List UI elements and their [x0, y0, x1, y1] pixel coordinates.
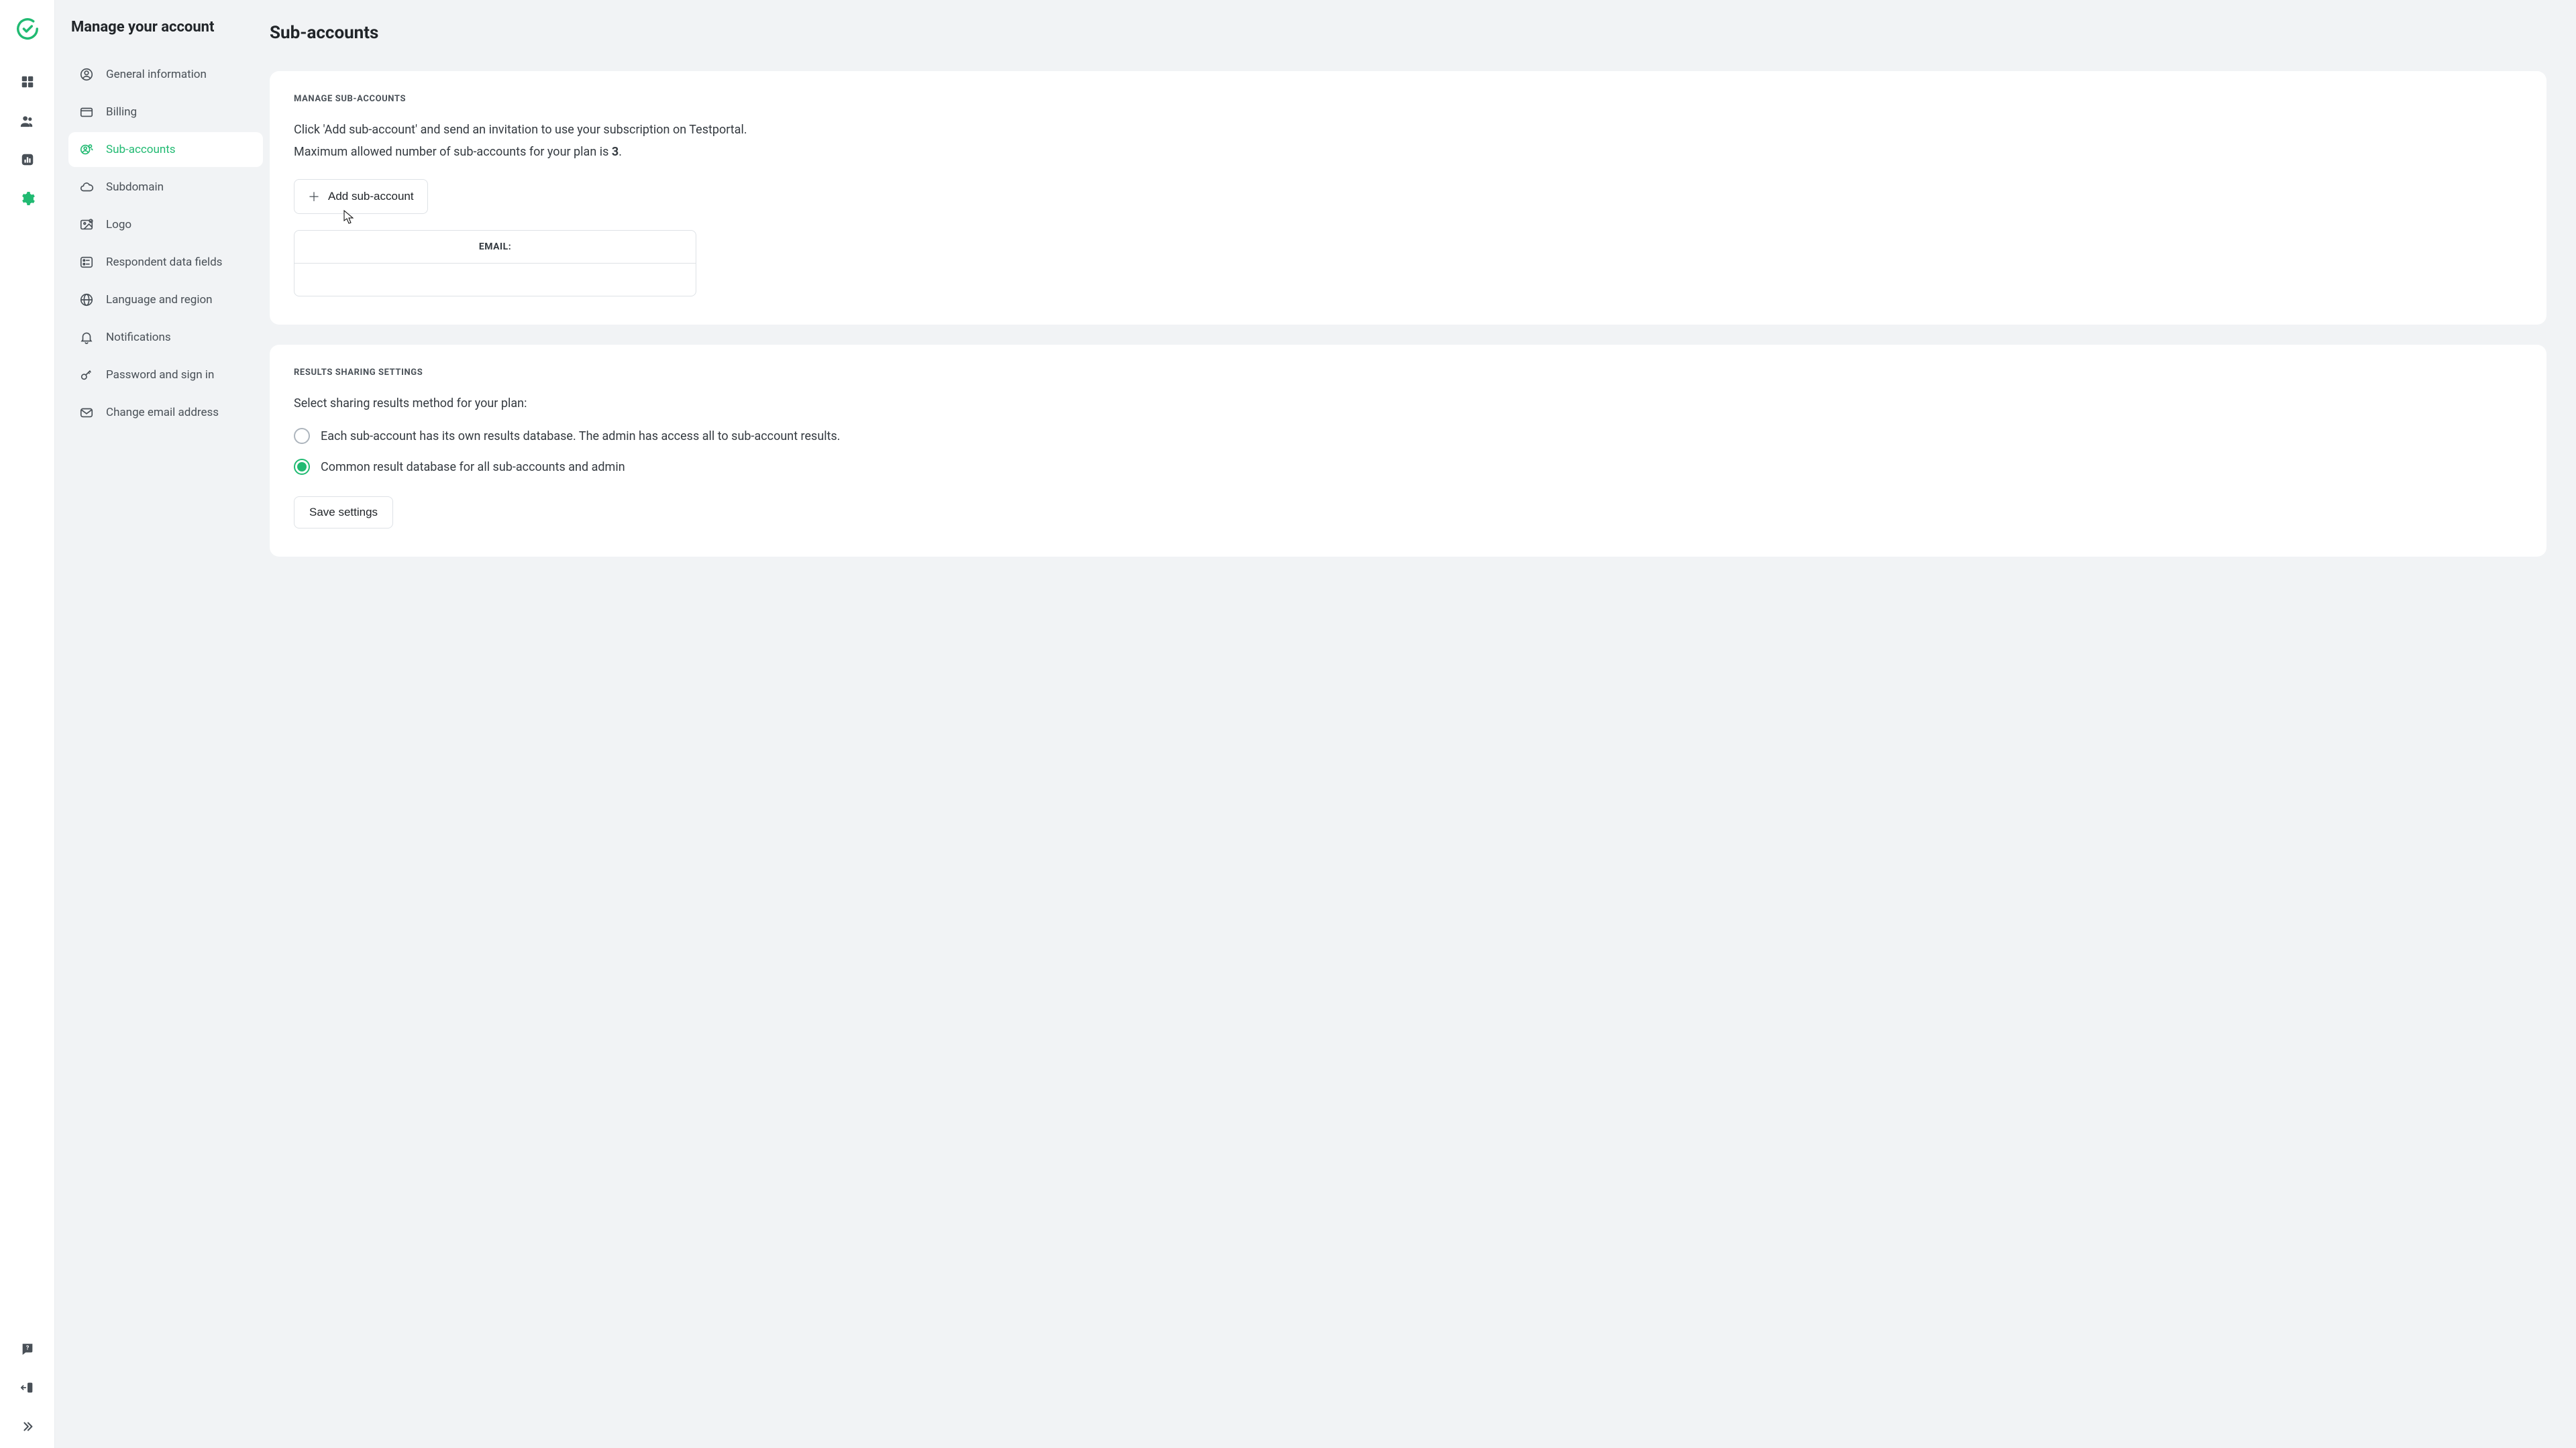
expand-icon[interactable] — [19, 1418, 36, 1435]
card-icon — [79, 105, 94, 119]
sidebar-item-logo[interactable]: Logo — [68, 207, 263, 242]
sidebar-item-email[interactable]: Change email address — [68, 395, 263, 430]
section-label: MANAGE SUB-ACCOUNTS — [294, 94, 2522, 104]
add-subaccount-button[interactable]: ＋ Add sub-account — [294, 179, 428, 214]
people-icon[interactable] — [19, 113, 36, 129]
manage-description-1: Click 'Add sub-account' and send an invi… — [294, 123, 2522, 137]
section-label: RESULTS SHARING SETTINGS — [294, 368, 2522, 378]
sidebar-item-label: Subdomain — [106, 180, 164, 194]
email-row-empty — [294, 264, 696, 296]
image-icon — [79, 217, 94, 232]
email-header: EMAIL: — [294, 231, 696, 264]
subaccounts-icon — [79, 142, 94, 157]
save-settings-button[interactable]: Save settings — [294, 496, 393, 528]
settings-icon[interactable] — [19, 190, 36, 207]
sidebar-title: Manage your account — [71, 19, 263, 36]
sidebar-item-password[interactable]: Password and sign in — [68, 357, 263, 392]
sidebar-item-respondent-data[interactable]: Respondent data fields — [68, 245, 263, 280]
dashboard-icon[interactable] — [19, 74, 36, 90]
sidebar-item-label: Billing — [106, 105, 137, 119]
logout-icon[interactable] — [19, 1380, 36, 1396]
sidebar-item-billing[interactable]: Billing — [68, 95, 263, 129]
sharing-radio-group: Each sub-account has its own results dat… — [294, 428, 2522, 475]
sidebar-item-label: Respondent data fields — [106, 256, 222, 269]
sharing-prompt: Select sharing results method for your p… — [294, 396, 2522, 410]
sharing-settings-card: RESULTS SHARING SETTINGS Select sharing … — [270, 345, 2546, 557]
sidebar-item-label: Sub-accounts — [106, 143, 176, 156]
sidebar-item-label: Change email address — [106, 406, 219, 419]
svg-text:?: ? — [25, 1345, 29, 1351]
sharing-option-common[interactable]: Common result database for all sub-accou… — [294, 459, 2522, 475]
sidebar-item-notifications[interactable]: Notifications — [68, 320, 263, 355]
stats-icon[interactable] — [19, 152, 36, 168]
sidebar-item-subdomain[interactable]: Subdomain — [68, 170, 263, 205]
sidebar-item-language[interactable]: Language and region — [68, 282, 263, 317]
plus-icon: ＋ — [308, 188, 320, 205]
email-table: EMAIL: — [294, 230, 696, 296]
main-content: Sub-accounts MANAGE SUB-ACCOUNTS Click '… — [270, 0, 2565, 1448]
form-icon — [79, 255, 94, 270]
globe-icon — [79, 292, 94, 307]
help-icon[interactable]: ? — [19, 1341, 36, 1357]
bell-icon — [79, 330, 94, 345]
radio-icon — [294, 459, 310, 475]
user-icon — [79, 67, 94, 82]
radio-icon — [294, 428, 310, 444]
sidebar-item-label: Logo — [106, 218, 131, 231]
icon-rail: ? — [0, 0, 55, 1448]
key-icon — [79, 368, 94, 382]
settings-sidebar: Manage your account General information … — [55, 0, 270, 1448]
app-logo[interactable] — [15, 16, 40, 44]
sidebar-item-label: Password and sign in — [106, 368, 214, 382]
sidebar-item-label: Notifications — [106, 331, 171, 344]
sidebar-item-subaccounts[interactable]: Sub-accounts — [68, 132, 263, 167]
page-title: Sub-accounts — [270, 23, 2546, 43]
scrollbar[interactable] — [2565, 0, 2576, 1448]
manage-description-2: Maximum allowed number of sub-accounts f… — [294, 145, 2522, 159]
sharing-option-separate[interactable]: Each sub-account has its own results dat… — [294, 428, 2522, 444]
manage-subaccounts-card: MANAGE SUB-ACCOUNTS Click 'Add sub-accou… — [270, 71, 2546, 325]
sidebar-item-general[interactable]: General information — [68, 57, 263, 92]
cloud-icon — [79, 180, 94, 194]
sidebar-item-label: Language and region — [106, 293, 213, 307]
sidebar-item-label: General information — [106, 68, 207, 81]
envelope-icon — [79, 405, 94, 420]
